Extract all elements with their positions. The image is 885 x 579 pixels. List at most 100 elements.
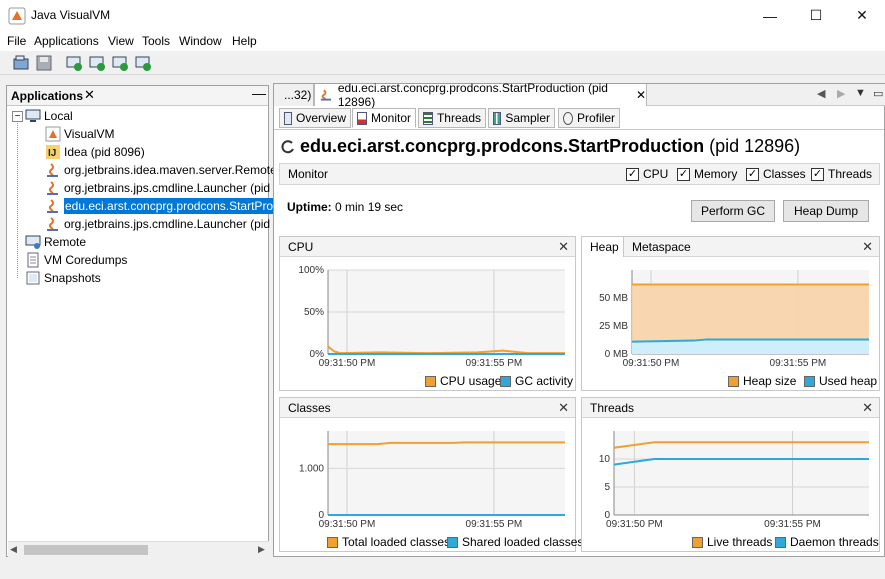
overview-icon [284,111,292,125]
tab-profiler-label: Profiler [576,111,615,125]
classes-chart: 09:31:50 PM 09:31:55 PM 1.000 0 [299,431,565,530]
heap-chart: 09:31:50 PM 09:31:55 PM 50 MB 25 MB 0 MB [599,270,869,369]
plot-area [614,431,869,515]
close-button[interactable]: ✕ [839,0,885,31]
menu-file[interactable]: File [7,34,26,48]
menu-view[interactable]: View [108,34,134,48]
tree-item[interactable]: Snapshots [25,269,101,287]
close-threads-icon[interactable]: ✕ [862,400,873,416]
heap-dump-icon[interactable] [88,54,106,72]
maximize-button[interactable]: ☐ [793,0,839,31]
tree-item[interactable]: Local [25,107,73,125]
perform-gc-button[interactable]: Perform GC [691,200,775,222]
heap-dump-button[interactable]: Heap Dump [783,200,869,222]
legend-total-loaded-classes-swatch [327,536,338,548]
scroll-tabs-left-icon[interactable]: ◀ [817,87,825,100]
tab-sampler-label: Sampler [505,111,550,125]
tab-previous[interactable]: ...32) [274,84,314,106]
legend-daemon-threads-swatch [775,536,786,548]
java-icon [47,199,58,213]
svg-text:IJ: IJ [48,148,56,159]
legend-used-heap-label: Used heap [819,374,878,388]
tab-sampler[interactable]: Sampler [488,108,555,128]
threads-chart: 09:31:50 PM 09:31:55 PM 10 5 0 [599,431,869,530]
tree-item[interactable]: VisualVM [45,125,114,143]
minimize-button[interactable]: — [747,0,793,31]
menu-window[interactable]: Window [179,34,222,48]
threads-checkbox-label: Threads [828,167,873,181]
menu-help[interactable]: Help [232,34,257,48]
close-applications-icon[interactable]: ✕ [84,87,95,103]
tab-profiler[interactable]: Profiler [558,108,620,128]
menu-bar: File Applications View Tools Window Help [0,31,885,51]
classes-card: Classes ✕ 09:31:50 PM 09:31:55 PM 1.000 0 To… [279,397,583,552]
horizontal-scrollbar[interactable]: ◀ ▶ [8,541,269,557]
close-classes-icon[interactable]: ✕ [558,400,569,416]
scroll-tabs-right-icon[interactable]: ▶ [837,87,845,100]
cpu-chart: 09:31:50 PM 09:31:55 PM 100% 50% 0% [298,265,565,369]
tree-item-label: Remote [44,235,87,249]
legend-total-loaded-classes-label: Total loaded classes [342,535,451,549]
thread-dump-icon[interactable] [111,54,129,72]
classes-card-header: Classes ✕ [280,398,575,418]
tree-item-label: VM Coredumps [44,253,128,267]
legend-used-heap-swatch [804,375,815,387]
add-jmx-connection-icon[interactable] [65,54,83,72]
tab-monitor[interactable]: Monitor [352,108,416,128]
profiler-icon [563,111,573,125]
tab-threads[interactable]: Threads [418,108,486,128]
cpu-checkbox[interactable]: ✓ CPU [626,167,668,181]
app-name: edu.eci.arst.concprg.prodcons.StartProdu… [300,136,705,156]
tree-item-label: org.jetbrains.jps.cmdline.Launcher (pid … [64,181,305,195]
close-cpu-icon[interactable]: ✕ [558,239,569,255]
load-snapshot-icon[interactable] [12,54,30,72]
legend-live-threads: Live threads [692,535,772,549]
profiler-snapshot-icon[interactable] [134,54,152,72]
maximize-tab-icon[interactable]: ▭ [873,87,883,100]
tree-item[interactable]: IJ Idea (pid 8096) [45,143,145,161]
close-heap-icon[interactable]: ✕ [862,239,873,255]
classes-checkbox[interactable]: ✓ Classes [746,167,806,181]
heap-card-header: Heap Metaspace ✕ [582,237,879,257]
legend-cpu-usage: CPU usage [425,374,501,388]
y-tick-label: 5 [604,482,610,493]
tab-overview[interactable]: Overview [279,108,351,128]
tree-item[interactable]: Remote [25,233,86,251]
x-tick-label: 09:31:55 PM [466,519,523,530]
close-tab-icon[interactable]: ✕ [636,88,646,102]
tree-item[interactable]: org.jetbrains.jps.cmdline.Launcher (pid … [45,215,287,233]
refresh-spinner-icon [281,140,294,154]
x-tick-label: 09:31:55 PM [764,519,821,530]
legend-used-heap: Used heap [804,374,877,388]
save-snapshot-icon[interactable] [35,54,53,72]
legend-shared-loaded-classes: Shared loaded classes [447,535,583,549]
threads-checkbox[interactable]: ✓ Threads [811,167,872,181]
scrollbar-thumb[interactable] [24,545,148,555]
collapse-local-icon[interactable]: − [12,111,23,122]
heap-card: Heap Metaspace ✕ 09:31:50 PM 09:31:55 PM 5… [581,236,880,391]
menu-applications[interactable]: Applications [34,34,99,48]
x-tick-label: 09:31:50 PM [606,519,663,530]
tab-divider [274,129,884,130]
tab-startproduction-label: edu.eci.arst.concprg.prodcons.StartProdu… [337,81,608,109]
show-tabs-dropdown-icon[interactable]: ▼ [855,87,866,99]
computer-icon [25,109,41,122]
legend-gc-activity: GC activity [500,374,573,388]
memory-checkbox[interactable]: ✓ Memory [677,167,737,181]
tab-metaspace[interactable]: Metaspace [632,240,691,254]
legend-heap-size-swatch [728,375,739,387]
menu-tools[interactable]: Tools [142,34,170,48]
cpu-card-header: CPU ✕ [280,237,575,257]
cpu-checkbox-label: CPU [643,167,669,181]
tree-item[interactable]: org.jetbrains.jps.cmdline.Launcher (pid … [45,179,304,197]
tab-overview-label: Overview [295,111,346,125]
tab-startproduction[interactable]: edu.eci.arst.concprg.prodcons.StartProdu… [314,81,647,109]
tab-heap[interactable]: Heap [582,237,624,257]
minimize-panel-icon[interactable]: — [252,85,266,101]
threads-icon [423,111,433,125]
threads-card-header: Threads ✕ [582,398,879,418]
tree-item[interactable]: VM Coredumps [25,251,127,269]
x-tick-label: 09:31:50 PM [319,358,376,369]
legend-gc-activity-label: GC activity [515,374,574,388]
threads-card-title: Threads [590,401,635,415]
